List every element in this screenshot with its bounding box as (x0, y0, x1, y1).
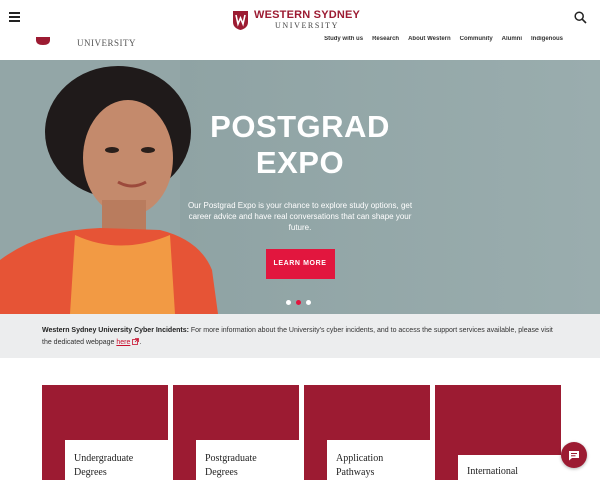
card-application-pathways[interactable]: Application Pathways (304, 385, 430, 480)
subnav-item-community[interactable]: Community (460, 36, 493, 42)
top-header: WESTERN SYDNEY UNIVERSITY (0, 0, 600, 36)
card-undergraduate[interactable]: Undergraduate Degrees (42, 385, 168, 480)
logo-shield-icon (233, 10, 248, 30)
study-cards: Undergraduate Degrees Postgraduate Degrees… (42, 385, 561, 480)
hero-description: Our Postgrad Expo is your chance to expl… (187, 201, 413, 232)
carousel-dot-3[interactable] (306, 300, 311, 305)
chat-button[interactable] (561, 442, 587, 468)
logo-line1: WESTERN SYDNEY (254, 9, 361, 21)
card-label: Application Pathways (336, 453, 384, 478)
subnav-item-alumni[interactable]: Alumni (502, 36, 522, 42)
hero-banner: POSTGRAD EXPO Our Postgrad Expo is your … (0, 60, 600, 314)
chat-icon (569, 450, 579, 460)
notice-link[interactable]: here (116, 339, 130, 346)
subnav-menu: Study with us Research About Western Com… (324, 36, 563, 42)
card-label: Undergraduate Degrees (74, 453, 134, 478)
hero-content: POSTGRAD EXPO Our Postgrad Expo is your … (180, 109, 420, 279)
notice-link-text: here (116, 339, 131, 346)
card-label: International (467, 466, 519, 477)
hero-title-line2: EXPO (255, 145, 345, 180)
notice-tail: . (139, 339, 142, 346)
subnav-logo-text: UNIVERSITY (77, 38, 136, 48)
logo-shield-icon (36, 37, 50, 45)
site-logo[interactable]: WESTERN SYDNEY UNIVERSITY (233, 9, 360, 31)
carousel-dot-1[interactable] (286, 300, 291, 305)
hamburger-icon[interactable] (9, 12, 20, 22)
subnav-item-study[interactable]: Study with us (324, 36, 363, 42)
logo-line2: UNIVERSITY (275, 21, 340, 30)
subnav-item-about[interactable]: About Western (408, 36, 451, 42)
learn-more-button[interactable]: LEARN MORE (265, 249, 335, 279)
notice-heading: Western Sydney University Cyber Incident… (42, 327, 189, 334)
hero-title-line1: POSTGRAD (210, 109, 390, 144)
carousel-dot-2[interactable] (296, 300, 301, 305)
card-postgraduate[interactable]: Postgraduate Degrees (173, 385, 299, 480)
card-label: Postgraduate Degrees (205, 453, 257, 478)
subnav-item-research[interactable]: Research (372, 36, 399, 42)
cyber-incident-notice: Western Sydney University Cyber Incident… (0, 314, 600, 358)
subnav-item-indigenous[interactable]: Indigenous (531, 36, 563, 42)
search-icon[interactable] (574, 11, 587, 24)
card-international[interactable]: International (435, 385, 561, 480)
carousel-dots (286, 300, 311, 305)
